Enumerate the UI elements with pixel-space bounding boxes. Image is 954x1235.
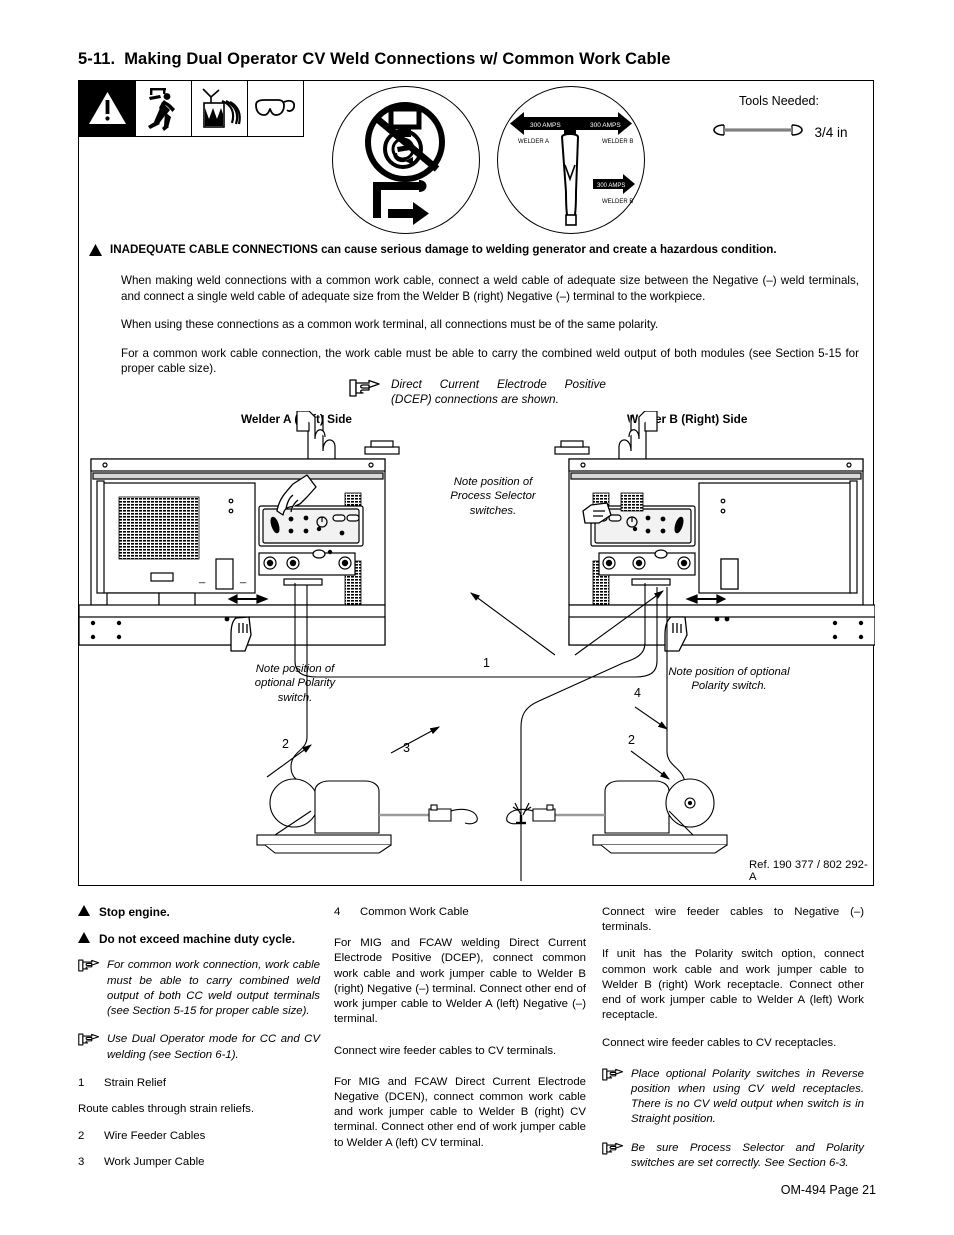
warning-block: INADEQUATE CABLE CONNECTIONS can cause s…: [89, 243, 865, 377]
hand-note-common-work: For common work connection, work cable m…: [78, 958, 320, 1019]
eye-protection-icon: [247, 80, 304, 137]
list-item-4: 4 Common Work Cable: [334, 905, 586, 920]
dcep-note-text: Direct Current Electrode Positive (DCEP)…: [391, 377, 606, 407]
item-2-number: 2: [78, 1130, 85, 1143]
warning-triangle-small-icon: [89, 244, 102, 260]
instruction-columns: Stop engine. Do not exceed machine duty …: [78, 905, 878, 1184]
note-polarity-left: Note position of optional Polarity switc…: [254, 663, 336, 704]
item-3-text: Work Jumper Cable: [104, 1156, 205, 1169]
warning-triangle-small-icon: [78, 931, 90, 948]
svg-text:300 AMPS: 300 AMPS: [530, 122, 561, 129]
tools-needed-label: Tools Needed:: [739, 94, 819, 108]
duty-cycle-text: Do not exceed machine duty cycle.: [99, 931, 296, 946]
hand-note-polarity-reverse: Place optional Polarity switches in Reve…: [602, 1067, 864, 1128]
wrench-icon: [710, 122, 806, 143]
svg-text:_: _: [198, 572, 206, 584]
warning-triangle-icon: [79, 80, 136, 137]
diagram-reference: Ref. 190 377 / 802 292-A: [749, 859, 868, 883]
column-right: Connect wire feeder cables to Negative (…: [602, 905, 864, 1184]
section-title: Making Dual Operator CV Weld Connections…: [124, 50, 671, 68]
callout-2-left: 2: [282, 737, 289, 751]
warning-headline-bold: INADEQUATE CABLE CONNECTIONS: [110, 243, 318, 256]
note-polarity-right: Note position of optional Polarity switc…: [668, 666, 790, 693]
callout-2-right: 2: [628, 733, 635, 747]
dual-operator-amps-illustration: 300 AMPS 300 AMPS WELDER A WELDER B 300 …: [497, 86, 645, 234]
stop-engine-text: Stop engine.: [99, 905, 170, 919]
note-process-selector: Note position of Process Selector switch…: [450, 476, 536, 517]
warning-triangle-small-icon: [78, 905, 90, 921]
svg-text:300 AMPS: 300 AMPS: [597, 183, 625, 189]
stop-engine-item: Stop engine.: [78, 905, 320, 921]
pointing-hand-right-switch: [664, 616, 688, 652]
route-cables-text: Route cables through strain reliefs.: [78, 1103, 255, 1115]
svg-text:WELDER A: WELDER A: [518, 139, 549, 145]
pointing-hand-icon: [78, 1032, 100, 1052]
item-3-number: 3: [78, 1156, 85, 1169]
middle-paragraph-2: Connect wire feeder cables to CV termina…: [334, 1044, 557, 1057]
item-4-number: 4: [334, 906, 341, 918]
warning-headline: INADEQUATE CABLE CONNECTIONS can cause s…: [89, 243, 865, 260]
list-item-1: 1 Strain Relief: [78, 1076, 320, 1091]
manual-page: 5-11. Making Dual Operator CV Weld Connec…: [0, 0, 954, 1235]
electric-shock-icon: [135, 80, 192, 137]
pointing-hand-icon: [78, 958, 100, 978]
dcep-note: Direct Current Electrode Positive (DCEP)…: [349, 377, 606, 408]
no-parallel-connection-illustration: [332, 86, 480, 234]
right-paragraph-3: Connect wire feeder cables to CV recepta…: [602, 1036, 837, 1049]
column-middle: 4 Common Work Cable For MIG and FCAW wel…: [334, 905, 602, 1184]
column-left: Stop engine. Do not exceed machine duty …: [78, 905, 334, 1184]
item-1-text: Strain Relief: [104, 1076, 167, 1089]
arc-rays-fire-icon: [191, 80, 248, 137]
callout-3: 3: [403, 741, 410, 755]
list-item-3: 3 Work Jumper Cable: [78, 1155, 320, 1170]
warning-paragraph-3: For a common work cable connection, the …: [121, 346, 859, 376]
item-2-text: Wire Feeder Cables: [104, 1130, 206, 1143]
callout-1: 1: [483, 656, 490, 670]
svg-text:WELDER B: WELDER B: [602, 199, 633, 205]
svg-text:WELDER B: WELDER B: [602, 139, 633, 145]
svg-text:_: _: [239, 572, 247, 584]
hand-note-dual-operator: Use Dual Operator mode for CC and CV wel…: [78, 1032, 320, 1062]
page-footer: OM-494 Page 21: [780, 1183, 876, 1197]
pointing-hand-left-switch: [230, 616, 252, 652]
duty-cycle-item: Do not exceed machine duty cycle.: [78, 931, 320, 948]
callout-4: 4: [634, 686, 641, 700]
right-paragraph-1: Connect wire feeder cables to Negative (…: [602, 906, 864, 934]
tools-needed: Tools Needed: 3/4 in: [689, 94, 869, 143]
section-number: 5-11.: [78, 50, 116, 68]
hand-note-process-selector: Be sure Process Selector and Polarity sw…: [602, 1141, 864, 1171]
content-frame: 300 AMPS 300 AMPS WELDER A WELDER B 300 …: [78, 80, 875, 886]
right-paragraph-2: If unit has the Polarity switch option, …: [602, 948, 864, 1022]
pointing-hand-icon: [602, 1141, 624, 1161]
item-1-number: 1: [78, 1076, 85, 1089]
pointing-hand-icon: [602, 1067, 624, 1087]
pointing-hand-icon: [349, 377, 381, 404]
warning-paragraph-1: When making weld connections with a comm…: [121, 274, 859, 303]
hand-note-polarity-reverse-text: Place optional Polarity switches in Reve…: [631, 1067, 864, 1126]
warning-headline-rest: can cause serious damage to welding gene…: [317, 243, 777, 256]
list-item-2: 2 Wire Feeder Cables: [78, 1129, 320, 1144]
hand-note-process-selector-text: Be sure Process Selector and Polarity sw…: [631, 1141, 864, 1169]
hand-note-common-work-text: For common work connection, work cable m…: [107, 959, 320, 1018]
middle-paragraph-3: For MIG and FCAW Direct Current Electrod…: [334, 1075, 586, 1149]
warning-paragraph-2: When using these connections as a common…: [121, 318, 659, 332]
svg-text:300 AMPS: 300 AMPS: [590, 122, 621, 129]
wrench-size-label: 3/4 in: [814, 125, 848, 140]
page-title: 5-11. Making Dual Operator CV Weld Connec…: [78, 50, 878, 69]
safety-pictogram-row: [79, 80, 304, 137]
middle-paragraph-1: For MIG and FCAW welding Direct Current …: [334, 937, 586, 1026]
item-4-text: Common Work Cable: [360, 906, 469, 918]
hand-note-dual-operator-text: Use Dual Operator mode for CC and CV wel…: [107, 1033, 320, 1061]
